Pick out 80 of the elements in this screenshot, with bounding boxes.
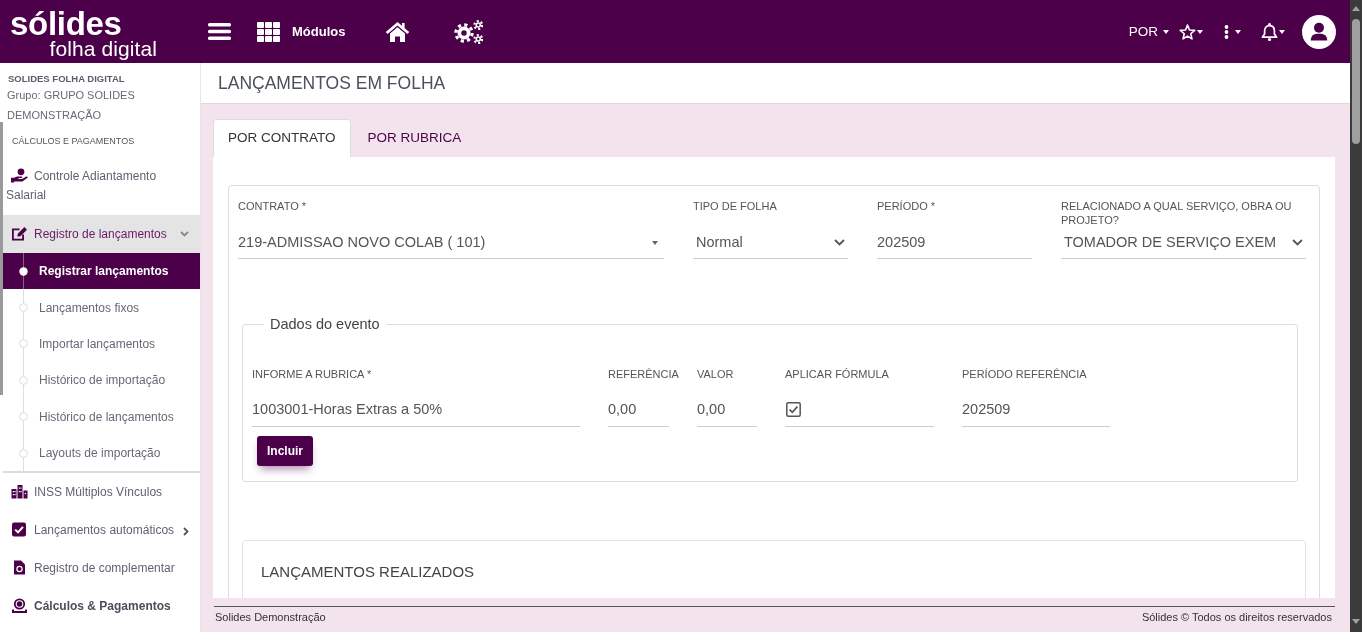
settings-icon xyxy=(454,19,484,44)
dot-icon xyxy=(19,375,28,385)
scrollbar-thumb[interactable] xyxy=(1352,19,1360,144)
include-button[interactable]: Incluir xyxy=(257,436,313,466)
input-field[interactable]: 1003001-Horas Extras a 50% xyxy=(252,393,580,427)
edit-icon xyxy=(11,226,28,241)
caret-icon xyxy=(1163,29,1169,34)
caret-icon xyxy=(652,240,658,245)
logo-wordmark: sólides xyxy=(10,8,122,39)
home-button[interactable] xyxy=(385,21,411,42)
modules-button[interactable]: Módulos xyxy=(257,21,346,42)
field-label: REFERÊNCIA xyxy=(608,367,679,381)
options-button[interactable] xyxy=(1224,24,1241,39)
input-field[interactable]: 0,00 xyxy=(608,393,669,427)
group-name: Grupo: GRUPO SOLIDES DEMONSTRAÇÃO xyxy=(6,88,136,123)
favorites-button[interactable] xyxy=(1179,23,1203,40)
scroll-up-icon[interactable] xyxy=(1352,6,1360,11)
field-label: VALOR xyxy=(697,367,734,381)
sidebar-item[interactable]: INSS Múltiplos Vínculos xyxy=(3,473,200,512)
tab[interactable]: POR RUBRICA xyxy=(350,119,477,157)
sidebar-item[interactable]: Controle Adiantamento Salarial xyxy=(3,157,200,215)
dot-icon xyxy=(19,303,28,313)
input-field[interactable]: 0,00 xyxy=(697,393,757,427)
notifications-button[interactable] xyxy=(1261,22,1285,41)
language-dropdown[interactable]: POR xyxy=(1128,24,1169,39)
dot-icon xyxy=(19,339,28,349)
section-heading: CÁLCULOS E PAGAMENTOS xyxy=(11,135,136,147)
dot-icon xyxy=(19,412,28,422)
dot-icon xyxy=(19,448,28,458)
logo-tagline: folha digital xyxy=(49,37,157,59)
sidebar-item[interactable]: Lançamentos automáticos xyxy=(3,511,200,550)
field-label: TIPO DE FOLHA xyxy=(693,199,778,214)
copyright-text: Sólides © Todos os direitos reservados xyxy=(1141,611,1332,624)
check-square-icon xyxy=(11,522,28,538)
chevron-down-icon xyxy=(180,231,189,237)
caret-icon xyxy=(1235,29,1241,34)
home-icon xyxy=(385,21,411,42)
page-title: LANÇAMENTOS EM FOLHA xyxy=(218,73,446,93)
sidebar-scrollbar-thumb[interactable] xyxy=(0,122,3,395)
field-label: INFORME A RUBRICA * xyxy=(252,367,372,381)
company-name: SOLIDES FOLHA DIGITAL xyxy=(7,72,126,85)
grid-icon xyxy=(257,21,280,42)
input-field[interactable]: 202509 xyxy=(877,227,1032,259)
hand-coin-icon xyxy=(11,168,28,183)
results-title: LANÇAMENTOS REALIZADOS xyxy=(261,563,476,580)
scroll-down-icon[interactable] xyxy=(1352,619,1360,624)
menu-button[interactable] xyxy=(208,23,231,40)
buildings-icon xyxy=(11,484,28,500)
field-label: CONTRATO * xyxy=(238,199,308,214)
field-label: PERÍODO * xyxy=(877,199,937,214)
bell-icon xyxy=(1261,22,1278,41)
tab[interactable]: POR CONTRATO xyxy=(213,119,351,157)
caret-icon xyxy=(1279,29,1285,34)
user-avatar[interactable] xyxy=(1302,14,1336,49)
settings-button[interactable] xyxy=(454,19,484,44)
dot-icon xyxy=(19,266,28,276)
submenu-item[interactable]: Registrar lançamentos xyxy=(3,253,200,290)
dropdown-field[interactable]: 219-ADMISSAO NOVO COLAB ( 101) xyxy=(238,227,664,259)
input-field[interactable]: 202509 xyxy=(962,393,1110,427)
coin-icon xyxy=(11,598,28,614)
star-icon xyxy=(1179,23,1196,40)
sidebar-item[interactable]: Registro de complementar xyxy=(3,549,200,588)
field-label: APLICAR FÓRMULA xyxy=(785,367,889,381)
field-label: PERÍODO REFERÊNCIA xyxy=(962,367,1087,381)
menu-icon xyxy=(208,23,231,40)
checkbox[interactable] xyxy=(786,402,801,417)
chevron-down-icon xyxy=(834,239,845,246)
sidebar-item[interactable]: Cálculos & Pagamentos xyxy=(3,587,200,626)
caret-icon xyxy=(1197,29,1203,34)
fieldset-legend: Dados do evento xyxy=(264,316,386,332)
select-field[interactable]: Normal xyxy=(693,227,848,259)
chevron-down-icon xyxy=(1292,239,1303,246)
document-icon xyxy=(11,560,28,576)
chevron-right-icon xyxy=(183,527,189,537)
select-field[interactable]: TOMADOR DE SERVIÇO EXEM xyxy=(1061,227,1306,259)
footer-text: Solides Demonstração xyxy=(215,611,326,624)
more-vertical-icon xyxy=(1224,24,1229,39)
scrollbar[interactable] xyxy=(1350,0,1362,632)
field-label: RELACIONADO A QUAL SERVIÇO, OBRA OU PROJETO? xyxy=(1061,199,1293,227)
sidebar-item[interactable]: Registro de lançamentos xyxy=(3,215,200,253)
